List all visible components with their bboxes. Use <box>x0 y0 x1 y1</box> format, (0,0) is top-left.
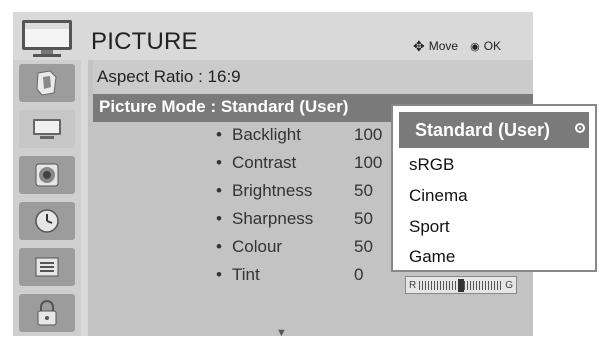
setting-value: 50 <box>354 209 373 228</box>
sidebar-item-time[interactable] <box>19 202 75 240</box>
picture-mode-dropdown: Standard (User) sRGB Cinema Sport Game <box>391 104 597 272</box>
tint-red-label: R <box>409 279 417 291</box>
dropdown-option-selected[interactable]: Standard (User) <box>399 112 589 148</box>
picture-category-icon <box>33 119 61 139</box>
tint-slider[interactable]: R G <box>405 276 517 294</box>
speaker-icon <box>35 163 59 187</box>
menu-header: PICTURE ✥ Move ◉ OK <box>13 12 533 58</box>
bullet: • <box>216 237 222 256</box>
dropdown-option-srgb[interactable]: sRGB <box>409 150 454 180</box>
setting-label: Sharpness <box>232 209 314 228</box>
category-sidebar <box>13 60 81 336</box>
selected-radio-icon <box>575 123 585 133</box>
sidebar-item-screen[interactable] <box>19 64 75 102</box>
key-hints: ✥ Move ◉ OK <box>413 39 501 53</box>
aspect-ratio-label: Aspect Ratio : 16:9 <box>97 67 241 86</box>
option-icon <box>35 257 59 277</box>
ok-hint: OK <box>483 39 502 53</box>
selected-option-label: Standard (User) <box>415 120 551 140</box>
setting-value: 50 <box>354 237 373 256</box>
screen-category-icon <box>36 70 57 96</box>
setting-label: Backlight <box>232 125 301 144</box>
aspect-ratio-row[interactable]: Aspect Ratio : 16:9 <box>93 60 533 94</box>
setting-label: Brightness <box>232 181 313 200</box>
sidebar-item-lock[interactable] <box>19 294 75 332</box>
sidebar-item-audio[interactable] <box>19 156 75 194</box>
lock-icon <box>37 300 57 326</box>
bullet: • <box>216 181 222 200</box>
sidebar-item-option[interactable] <box>19 248 75 286</box>
ok-button-icon: ◉ <box>470 40 480 53</box>
setting-value: 100 <box>354 153 383 172</box>
dropdown-option-game[interactable]: Game <box>409 242 455 272</box>
move-arrows-icon: ✥ <box>413 38 425 54</box>
page-title: PICTURE <box>91 28 198 55</box>
dropdown-option-sport[interactable]: Sport <box>409 212 450 242</box>
sidebar-item-picture[interactable] <box>19 110 75 148</box>
setting-label: Colour <box>232 237 283 256</box>
picture-mode-label: Picture Mode : Standard (User) <box>99 97 349 116</box>
tint-green-label: G <box>505 279 513 291</box>
tv-icon <box>22 20 72 57</box>
move-hint: Move <box>428 39 459 53</box>
tint-knob[interactable] <box>457 278 464 292</box>
bullet: • <box>216 209 222 228</box>
bullet: • <box>216 153 222 172</box>
tint-scale <box>419 278 503 292</box>
setting-value: 50 <box>354 181 373 200</box>
setting-value: 100 <box>354 125 383 144</box>
clock-icon <box>35 209 59 233</box>
dropdown-option-cinema[interactable]: Cinema <box>409 181 468 211</box>
setting-label: Contrast <box>232 153 297 172</box>
bullet: • <box>216 265 222 284</box>
setting-value: 0 <box>354 265 364 284</box>
setting-label: Tint <box>232 265 260 284</box>
scroll-down-icon[interactable]: ▼ <box>276 327 287 339</box>
bullet: • <box>216 125 222 144</box>
